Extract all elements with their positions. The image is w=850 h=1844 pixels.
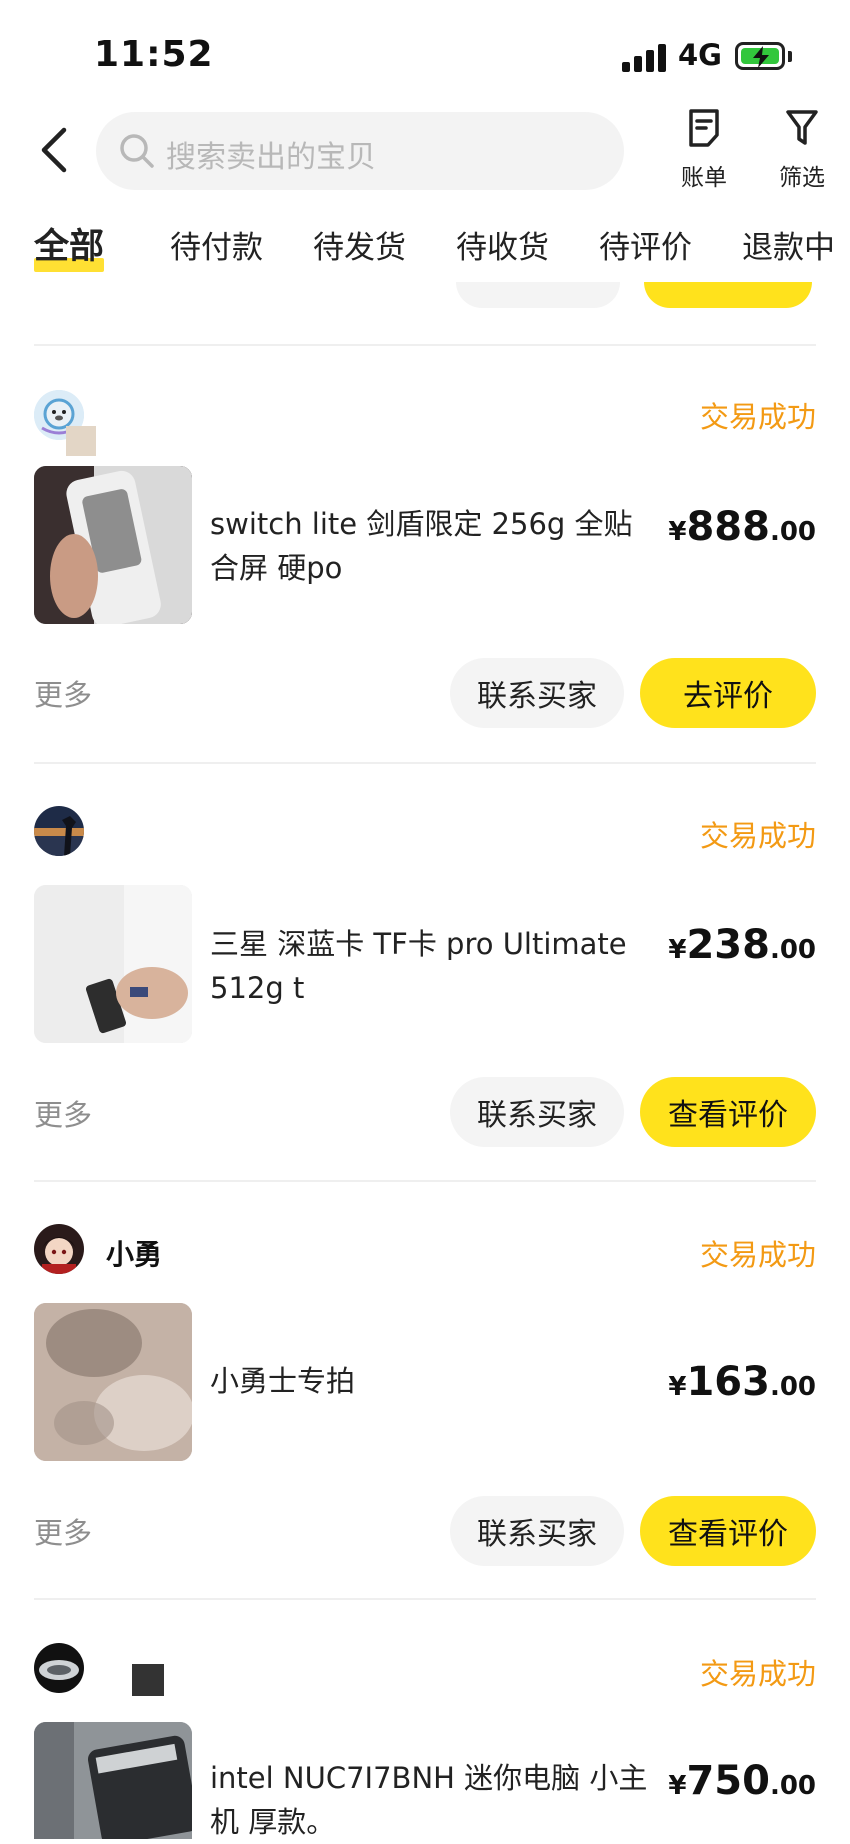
filter-label: 筛选 xyxy=(779,165,825,191)
contact-buyer-button[interactable]: 联系买家 xyxy=(450,658,624,728)
order-price: ¥888.00 xyxy=(668,504,816,550)
tab-pending-review[interactable]: 待评价 xyxy=(599,222,692,267)
view-review-button[interactable]: 查看评价 xyxy=(640,1077,816,1147)
bill-label: 账单 xyxy=(681,165,727,191)
order-price: ¥163.00 xyxy=(668,1359,816,1405)
redaction-patch xyxy=(66,426,96,456)
order-status: 交易成功 xyxy=(699,1657,816,1691)
order-price: ¥238.00 xyxy=(668,922,816,968)
more-link[interactable]: 更多 xyxy=(34,672,92,714)
product-thumbnail[interactable] xyxy=(34,466,192,624)
product-image xyxy=(34,885,192,1043)
seller-avatar[interactable] xyxy=(34,1643,84,1693)
night-scene-avatar-icon xyxy=(34,806,84,856)
bill-icon xyxy=(689,109,719,147)
price-currency: ¥ xyxy=(668,935,687,965)
redaction-patch xyxy=(132,1664,164,1696)
product-image xyxy=(34,1722,192,1839)
product-thumbnail[interactable] xyxy=(34,1303,192,1461)
divider xyxy=(34,1598,816,1600)
status-time: 11:52 xyxy=(94,34,214,75)
price-integer: 238 xyxy=(686,922,770,968)
filter-icon xyxy=(786,110,818,145)
divider xyxy=(34,1180,816,1182)
order-status: 交易成功 xyxy=(699,400,816,434)
product-title[interactable]: switch lite 剑盾限定 256g 全贴合屏 硬po xyxy=(210,502,650,590)
price-currency: ¥ xyxy=(668,517,687,547)
battery-cap xyxy=(788,51,792,62)
contact-buyer-button[interactable]: 联系买家 xyxy=(450,1496,624,1566)
seller-avatar[interactable] xyxy=(34,806,84,856)
seller-avatar[interactable] xyxy=(34,1224,84,1274)
order-status: 交易成功 xyxy=(699,1238,816,1272)
tab-all[interactable]: 全部 xyxy=(34,218,105,272)
filter-button[interactable]: 筛选 xyxy=(766,108,838,192)
price-integer: 750 xyxy=(686,1758,770,1804)
view-review-button[interactable]: 查看评价 xyxy=(640,1496,816,1566)
price-decimal: .00 xyxy=(769,1372,816,1402)
search-placeholder: 搜索卖出的宝贝 xyxy=(166,140,376,175)
price-currency: ¥ xyxy=(668,1372,687,1402)
bill-button[interactable]: 账单 xyxy=(668,108,740,192)
product-image xyxy=(34,1303,192,1461)
product-title[interactable]: intel NUC7I7BNH 迷你电脑 小主机 厚款。 xyxy=(210,1756,650,1844)
divider xyxy=(34,762,816,764)
seller-name[interactable]: 小勇 xyxy=(106,1233,162,1273)
order-price: ¥750.00 xyxy=(668,1758,816,1804)
search-input[interactable]: 搜索卖出的宝贝 xyxy=(96,112,624,190)
price-decimal: .00 xyxy=(769,517,816,547)
order-status: 交易成功 xyxy=(699,819,816,853)
previous-action-button[interactable] xyxy=(644,282,812,308)
tab-pending-payment[interactable]: 待付款 xyxy=(170,222,263,267)
tab-pending-receipt[interactable]: 待收货 xyxy=(456,222,549,267)
product-thumbnail[interactable] xyxy=(34,1722,192,1839)
tab-refunding[interactable]: 退款中 xyxy=(742,222,835,267)
product-image xyxy=(34,466,192,624)
product-thumbnail[interactable] xyxy=(34,885,192,1043)
anime-avatar-icon xyxy=(34,1224,84,1274)
network-type: 4G xyxy=(678,38,722,72)
price-integer: 163 xyxy=(686,1359,770,1405)
price-decimal: .00 xyxy=(769,935,816,965)
back-button[interactable] xyxy=(36,126,76,174)
review-button[interactable]: 去评价 xyxy=(640,658,816,728)
more-link[interactable]: 更多 xyxy=(34,1510,92,1552)
divider xyxy=(34,344,816,346)
search-icon xyxy=(120,134,154,168)
price-currency: ¥ xyxy=(668,1771,687,1801)
product-title[interactable]: 小勇士专拍 xyxy=(210,1359,650,1403)
tab-pending-shipment[interactable]: 待发货 xyxy=(313,222,406,267)
contact-buyer-button[interactable]: 联系买家 xyxy=(450,1077,624,1147)
price-decimal: .00 xyxy=(769,1771,816,1801)
car-avatar-icon xyxy=(34,1643,84,1693)
chevron-left-icon xyxy=(41,127,67,173)
battery-charging-icon xyxy=(735,42,785,70)
previous-contact-button[interactable] xyxy=(456,282,620,308)
tab-all-label: 全部 xyxy=(34,227,105,267)
more-link[interactable]: 更多 xyxy=(34,1092,92,1134)
product-title[interactable]: 三星 深蓝卡 TF卡 pro Ultimate 512g t xyxy=(210,922,650,1010)
price-integer: 888 xyxy=(686,504,770,550)
cellular-signal-icon xyxy=(622,44,668,72)
